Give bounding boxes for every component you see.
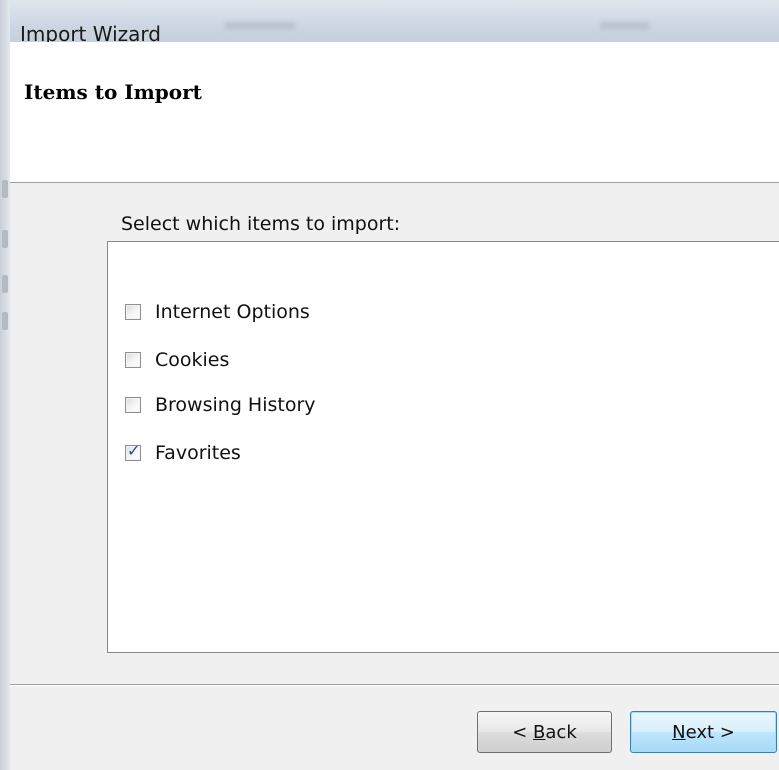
next-button[interactable]: Next > [630, 711, 777, 753]
wizard-content: Items to Import Select which items to im… [10, 42, 779, 770]
cookies-checkbox[interactable] [125, 352, 141, 368]
wizard-header: Items to Import [10, 42, 779, 183]
back-button-mnemonic: B [533, 721, 546, 743]
item-label: Browsing History [155, 394, 316, 416]
browsing-history-checkbox[interactable] [125, 397, 141, 413]
favorites-checkbox[interactable]: ✓ [125, 441, 141, 461]
item-label: Cookies [155, 349, 230, 371]
background-mark [2, 180, 8, 198]
title-bar[interactable]: Import Wizard [10, 0, 779, 46]
select-items-label: Select which items to import: [121, 213, 401, 235]
back-button-rest: ack [545, 721, 577, 743]
back-button-prefix: < [512, 721, 534, 743]
next-button-mnemonic: N [672, 721, 686, 743]
import-wizard-window: Import Wizard Items to Import Select whi… [0, 0, 779, 770]
footer-divider [10, 684, 779, 685]
background-ghost-text [225, 22, 295, 30]
back-button[interactable]: < Back [477, 711, 612, 753]
background-ghost-text [600, 22, 650, 30]
item-label: Internet Options [155, 301, 310, 323]
item-browsing-history[interactable]: Browsing History [125, 390, 316, 420]
item-internet-options[interactable]: Internet Options [125, 297, 310, 327]
background-mark [2, 275, 8, 293]
item-label: Favorites [155, 442, 241, 464]
background-mark [2, 312, 8, 330]
internet-options-checkbox[interactable] [125, 304, 141, 320]
item-cookies[interactable]: Cookies [125, 345, 229, 375]
item-favorites[interactable]: ✓ Favorites [125, 438, 241, 468]
items-listbox[interactable]: Internet Options Cookies Browsing Histor… [107, 241, 779, 653]
next-button-rest: ext > [685, 721, 735, 743]
page-title: Items to Import [24, 80, 202, 104]
checkmark-icon: ✓ [127, 441, 141, 460]
background-mark [2, 230, 8, 248]
background-window-edge [0, 0, 10, 770]
